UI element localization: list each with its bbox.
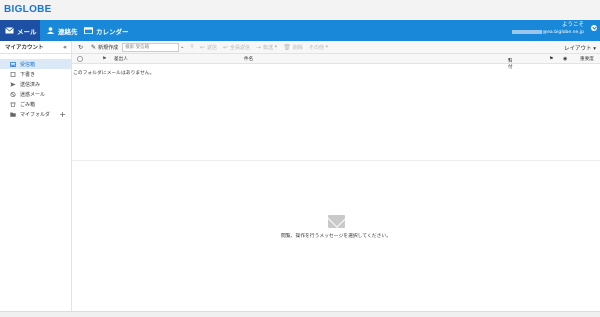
message-list-header: ⚑ 差出人 件名 日付 ▾ ⚑ ◉ 重要度: [72, 54, 600, 70]
collapse-sidebar-icon[interactable]: «: [63, 44, 67, 51]
sidebar-item-inbox[interactable]: 受信箱: [0, 59, 71, 69]
tab-calendar[interactable]: カレンダー: [79, 20, 129, 41]
layout-button[interactable]: レイアウト ▾: [564, 44, 596, 52]
reply-label: 返信: [206, 44, 217, 51]
search-button[interactable]: ⚲: [190, 44, 194, 50]
trash-icon: [10, 101, 16, 107]
main-nav: メール 連絡先 カレンダー: [0, 20, 600, 41]
sidebar: マイアカウント « 受信箱 下書き 送信済み 迷惑メール ごみ箱 マイフォルダ …: [0, 41, 72, 317]
forward-button[interactable]: → 転送 ▾: [256, 44, 277, 51]
empty-list-message: このフォルダにメールはありません。: [73, 71, 155, 76]
flag-icon[interactable]: ⚑: [549, 56, 553, 62]
tab-contacts[interactable]: 連絡先: [41, 20, 79, 41]
refresh-icon: ↻: [78, 43, 84, 51]
search-input[interactable]: 検索:受信箱: [122, 42, 180, 52]
col-sender[interactable]: 差出人: [114, 56, 128, 62]
account-menu-icon[interactable]: [591, 25, 597, 31]
chevron-down-icon: ▾: [508, 58, 511, 63]
refresh-button[interactable]: ↻: [78, 44, 85, 51]
main-scrollbar[interactable]: [72, 311, 600, 317]
select-all-checkbox[interactable]: [77, 56, 83, 62]
sidebar-item-spam[interactable]: 迷惑メール: [0, 89, 71, 99]
tab-contacts-label: 連絡先: [58, 27, 78, 36]
compose-icon: ✎: [91, 43, 97, 51]
chevron-down-icon: ▾: [323, 44, 328, 50]
delete-button[interactable]: 🗑 削除: [283, 44, 303, 51]
reply-all-button[interactable]: ↩ 全員返信: [223, 44, 250, 51]
more-label: その他: [308, 44, 324, 51]
email-redacted: [511, 29, 542, 34]
search-icon: ⚲: [190, 44, 194, 50]
pane-divider[interactable]: [72, 160, 600, 161]
mail-icon: [5, 27, 14, 34]
inbox-icon: [10, 61, 16, 67]
sidebar-item-label: 迷惑メール: [20, 91, 46, 98]
chevron-down-icon: ⌄: [180, 44, 185, 50]
read-status-icon[interactable]: ◉: [563, 56, 567, 62]
sidebar-item-trash[interactable]: ごみ箱: [0, 99, 71, 109]
search-options-dropdown[interactable]: ⌄: [180, 44, 184, 50]
col-priority[interactable]: 重要度: [580, 56, 594, 62]
tab-mail[interactable]: メール: [0, 20, 40, 41]
forward-label: 転送: [263, 44, 274, 51]
reply-all-icon: ↩: [223, 43, 229, 51]
draft-icon: [10, 71, 16, 77]
preview-placeholder: 閲覧、操作を行うメッセージを選択してください。: [281, 234, 391, 239]
mail-toolbar: ↻ ✎ 新規作成 検索:受信箱 ⌄ ⚲ ↩ 返信 ↩ 全員返信 → 転送 ▾ 🗑 削除 そ…: [72, 41, 600, 54]
sidebar-item-label: マイフォルダ: [20, 111, 51, 118]
search-placeholder: 検索:受信箱: [125, 45, 150, 50]
sidebar-item-label: ごみ箱: [20, 101, 36, 108]
add-folder-icon[interactable]: +: [59, 110, 66, 119]
contacts-icon: [46, 27, 55, 34]
sidebar-item-label: 受信箱: [20, 61, 36, 68]
email-domain: @ea.biglobe.ne.jp: [542, 30, 584, 35]
reply-button[interactable]: ↩ 返信: [200, 44, 217, 51]
chevron-down-icon: ▾: [591, 46, 596, 52]
welcome-text: ようこそ: [561, 22, 584, 28]
spam-icon: [10, 91, 16, 97]
sidebar-item-drafts[interactable]: 下書き: [0, 69, 71, 79]
trash-icon: 🗑: [283, 43, 291, 51]
sidebar-item-sent[interactable]: 送信済み: [0, 79, 71, 89]
envelope-icon: [328, 215, 345, 228]
layout-label: レイアウト: [563, 46, 592, 52]
sent-icon: [10, 81, 16, 87]
chevron-down-icon: ▾: [273, 44, 278, 50]
sidebar-title: マイアカウント: [5, 45, 44, 51]
sidebar-header: マイアカウント «: [0, 41, 71, 54]
compose-button[interactable]: ✎ 新規作成: [91, 44, 118, 51]
more-button[interactable]: その他 ▾: [309, 44, 328, 51]
tab-calendar-label: カレンダー: [96, 27, 129, 36]
welcome-area: ようこそ @ea.biglobe.ne.jp: [511, 21, 584, 37]
folder-icon: [10, 112, 16, 117]
biglobe-logo[interactable]: BIGLOBE: [4, 4, 52, 15]
sidebar-item-my-folders[interactable]: マイフォルダ +: [0, 109, 71, 119]
reply-all-label: 全員返信: [230, 44, 251, 51]
col-subject[interactable]: 件名: [244, 56, 253, 62]
sidebar-item-label: 下書き: [20, 71, 36, 78]
tab-mail-label: メール: [17, 27, 37, 36]
flag-col-icon[interactable]: ⚑: [102, 56, 106, 62]
forward-icon: →: [256, 43, 262, 51]
delete-label: 削除: [292, 44, 303, 51]
sidebar-item-label: 送信済み: [20, 81, 41, 88]
user-email: @ea.biglobe.ne.jp: [511, 29, 584, 37]
compose-label: 新規作成: [98, 44, 119, 51]
sidebar-scrollbar[interactable]: [0, 311, 72, 317]
reply-icon: ↩: [199, 43, 205, 51]
app-header: BIGLOBE: [0, 0, 600, 20]
calendar-icon: [84, 27, 93, 35]
